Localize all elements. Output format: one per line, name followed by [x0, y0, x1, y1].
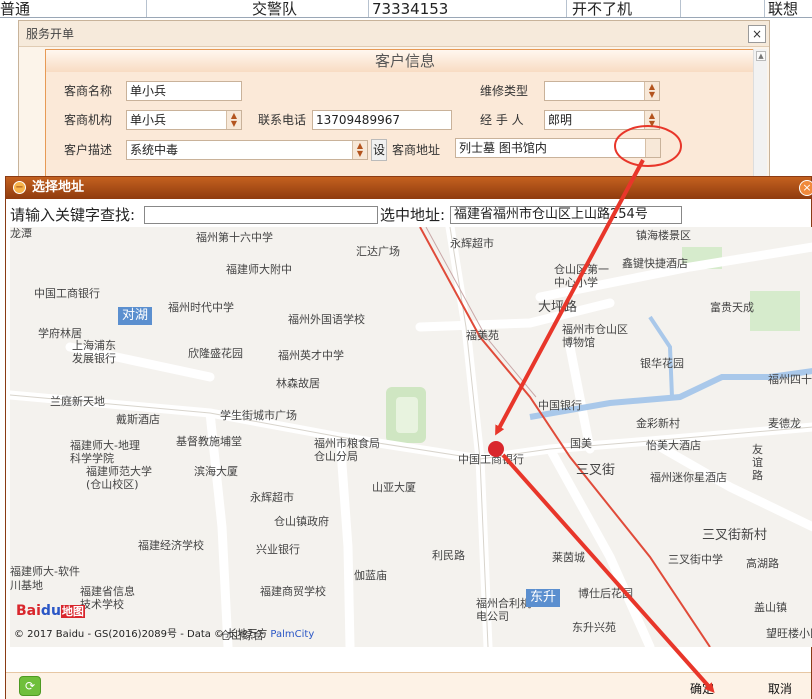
dropdown-arrow-icon: ▲ ▼: [648, 82, 656, 99]
dropdown-arrow-icon: ▲ ▼: [648, 111, 656, 128]
dropdown-arrow-icon: ▲ ▼: [230, 111, 238, 128]
annotation-arrows: [495, 159, 715, 693]
dropdown-arrow-icon: ▲ ▼: [356, 141, 364, 158]
